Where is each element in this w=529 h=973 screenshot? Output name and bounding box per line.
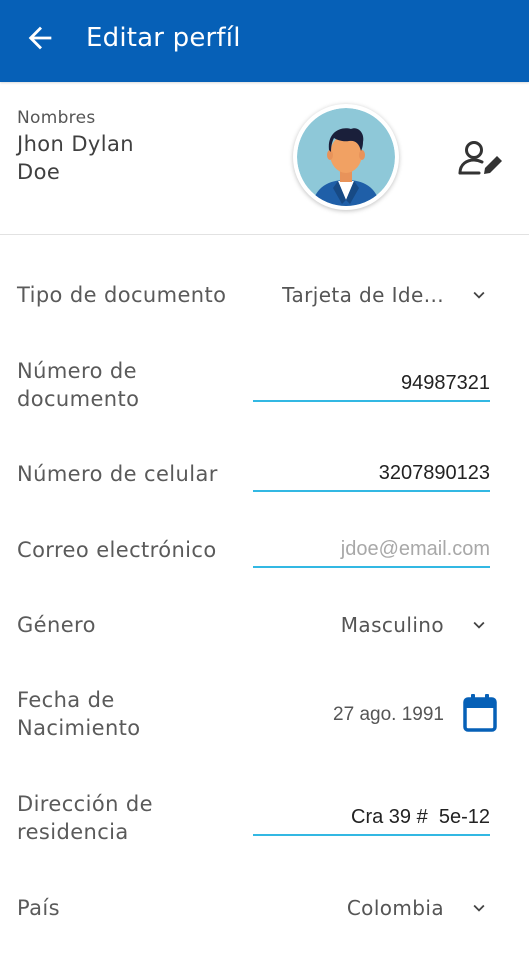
country-dropdown[interactable] — [466, 895, 492, 921]
page-title: Editar perfíl — [86, 23, 241, 53]
phone-input[interactable] — [253, 456, 490, 490]
document-type-label: Tipo de documento — [17, 283, 227, 307]
document-type-dropdown[interactable] — [466, 282, 492, 308]
address-input[interactable] — [253, 800, 490, 834]
names-label: Nombres — [17, 108, 96, 128]
arrow-left-icon — [28, 26, 52, 50]
chevron-down-icon — [473, 904, 485, 912]
birth-date-label-line2: Nacimiento — [17, 716, 141, 740]
email-input[interactable] — [253, 532, 490, 566]
address-label-line2: residencia — [17, 820, 129, 844]
name-second-line: Doe — [17, 160, 61, 184]
profile-header: Nombres Jhon Dylan Doe — [0, 82, 529, 235]
email-label: Correo electrónico — [17, 538, 217, 562]
address-field — [253, 800, 490, 836]
app-bar: Editar perfíl — [0, 0, 529, 82]
document-number-input[interactable] — [253, 366, 490, 400]
document-type-value[interactable]: Tarjeta de Ide... — [282, 283, 444, 307]
document-number-label-line2: documento — [17, 387, 140, 411]
document-number-label-line1: Número de — [17, 359, 137, 383]
phone-field — [253, 456, 490, 492]
country-value[interactable]: Colombia — [347, 896, 444, 920]
back-button[interactable] — [14, 14, 66, 62]
chevron-down-icon — [473, 621, 485, 629]
user-edit-icon — [458, 141, 502, 175]
gender-label: Género — [17, 613, 96, 637]
country-label: País — [17, 896, 60, 920]
chevron-down-icon — [473, 291, 485, 299]
name-first-line: Jhon Dylan — [17, 132, 134, 156]
calendar-icon — [463, 694, 497, 732]
address-label-line1: Dirección de — [17, 792, 153, 816]
edit-profile-screen: Editar perfíl Nombres Jhon Dylan Doe Tip… — [0, 0, 529, 973]
email-field — [253, 532, 490, 568]
document-number-field — [253, 366, 490, 402]
gender-dropdown[interactable] — [466, 612, 492, 638]
user-avatar-icon — [297, 108, 395, 206]
calendar-button[interactable] — [460, 692, 500, 734]
birth-date-value[interactable]: 27 ago. 1991 — [333, 704, 444, 726]
edit-profile-button[interactable] — [452, 134, 508, 184]
phone-label: Número de celular — [17, 462, 218, 486]
gender-value[interactable]: Masculino — [341, 613, 444, 637]
birth-date-label-line1: Fecha de — [17, 688, 115, 712]
avatar[interactable] — [293, 104, 399, 210]
